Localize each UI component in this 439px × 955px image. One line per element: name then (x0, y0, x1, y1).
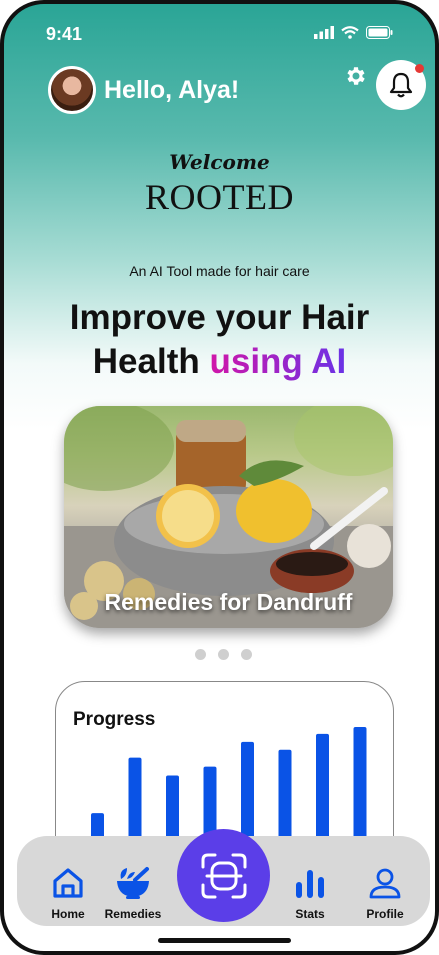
notification-badge (415, 64, 424, 73)
home-indicator (158, 938, 291, 943)
status-bar: 9:41 (4, 4, 435, 62)
bar-chart-icon (296, 870, 324, 898)
signal-icon (314, 26, 334, 39)
carousel-dots (195, 649, 252, 660)
bell-icon (389, 72, 413, 98)
remedy-card-title: Remedies for Dandruff (104, 589, 353, 615)
progress-bar (278, 749, 292, 845)
progress-bar (316, 733, 329, 845)
nav-profile[interactable]: Profile (345, 866, 425, 921)
progress-bar (166, 775, 179, 845)
headline: Improve your Hair Health using AI (4, 296, 435, 384)
status-time: 9:41 (46, 24, 83, 44)
nav-remedies-label: Remedies (104, 907, 162, 921)
greeting-text: Hello, Alya! (104, 76, 240, 104)
mortar-pestle-icon (117, 867, 149, 899)
headline-plain: Health (92, 342, 210, 381)
gear-icon[interactable] (344, 64, 368, 88)
headline-accent: using AI (209, 342, 347, 381)
headline-line1: Improve your Hair (69, 298, 370, 337)
remedy-card[interactable]: Remedies for Dandruff (64, 406, 393, 628)
battery-icon (366, 26, 393, 39)
nav-stats[interactable]: Stats (270, 866, 350, 921)
progress-bar (353, 726, 367, 845)
brand-logo-text: ROOTED (145, 177, 294, 217)
progress-bar (241, 741, 254, 845)
carousel-dot[interactable] (195, 649, 206, 660)
face-scan-icon (201, 853, 246, 898)
nav-profile-label: Profile (366, 907, 404, 921)
avatar[interactable] (48, 66, 96, 114)
wifi-icon (341, 26, 359, 39)
welcome-text: Welcome (169, 150, 270, 174)
nav-remedies[interactable]: Remedies (93, 866, 173, 921)
phone-screen: 9:41 Hello, Alya! Welcome ROOTED An AI T… (0, 0, 439, 955)
headline-line2: Health using AI (4, 340, 435, 384)
scan-button[interactable] (177, 829, 270, 922)
profile-icon (369, 868, 401, 899)
carousel-dot[interactable] (218, 649, 229, 660)
progress-bar (128, 757, 142, 845)
home-icon (53, 868, 83, 898)
carousel-dot[interactable] (241, 649, 252, 660)
nav-stats-label: Stats (295, 907, 325, 921)
tagline: An AI Tool made for hair care (129, 263, 310, 279)
